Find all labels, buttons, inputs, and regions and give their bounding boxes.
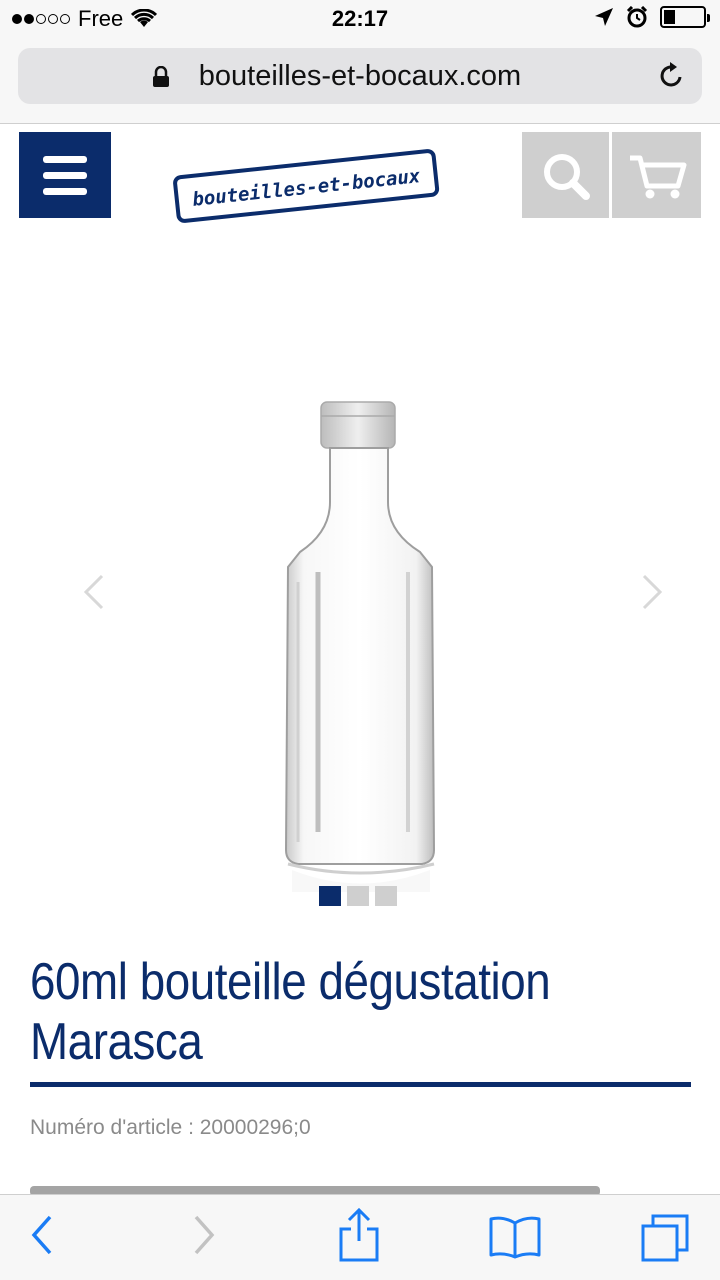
address-bar[interactable]: bouteilles-et-bocaux.com xyxy=(18,48,702,104)
carousel-dot-3[interactable] xyxy=(375,886,397,906)
carousel-dot-1[interactable] xyxy=(319,886,341,906)
location-arrow-icon xyxy=(595,8,613,26)
chevron-right-icon[interactable] xyxy=(640,572,666,612)
reload-icon[interactable] xyxy=(658,60,686,90)
browser-address-area: bouteilles-et-bocaux.com xyxy=(0,40,720,124)
site-logo[interactable]: bouteilles-et-bocaux xyxy=(168,142,444,233)
article-number: Numéro d'article : 20000296;0 xyxy=(30,1116,311,1140)
status-icons xyxy=(594,6,710,28)
bookmarks-icon[interactable] xyxy=(488,1215,542,1259)
status-bar: Free 22:17 xyxy=(0,0,720,40)
cart-icon xyxy=(630,155,687,199)
tabs-icon[interactable] xyxy=(640,1213,690,1263)
browser-toolbar xyxy=(0,1194,720,1280)
product-title: 60ml bouteille dégustation Marasca xyxy=(30,953,551,1071)
chevron-left-icon[interactable] xyxy=(80,572,106,612)
url-text: bouteilles-et-bocaux.com xyxy=(198,60,522,92)
search-icon xyxy=(544,154,590,200)
alarm-icon xyxy=(626,6,648,28)
forward-chevron-icon[interactable] xyxy=(190,1213,218,1257)
share-icon[interactable] xyxy=(336,1207,382,1263)
article-number-text: Numéro d'article : 20000296;0 xyxy=(30,1116,311,1139)
product-image-carousel[interactable] xyxy=(0,232,720,932)
cart-button[interactable] xyxy=(612,132,701,218)
battery-icon xyxy=(660,6,710,28)
carousel-dot-2[interactable] xyxy=(347,886,369,906)
title-divider xyxy=(30,1082,691,1087)
carousel-pagination xyxy=(319,886,397,906)
search-button[interactable] xyxy=(522,132,609,218)
back-chevron-icon[interactable] xyxy=(28,1213,56,1257)
product-image-bottle xyxy=(284,401,436,892)
hamburger-menu-button[interactable] xyxy=(19,132,111,218)
